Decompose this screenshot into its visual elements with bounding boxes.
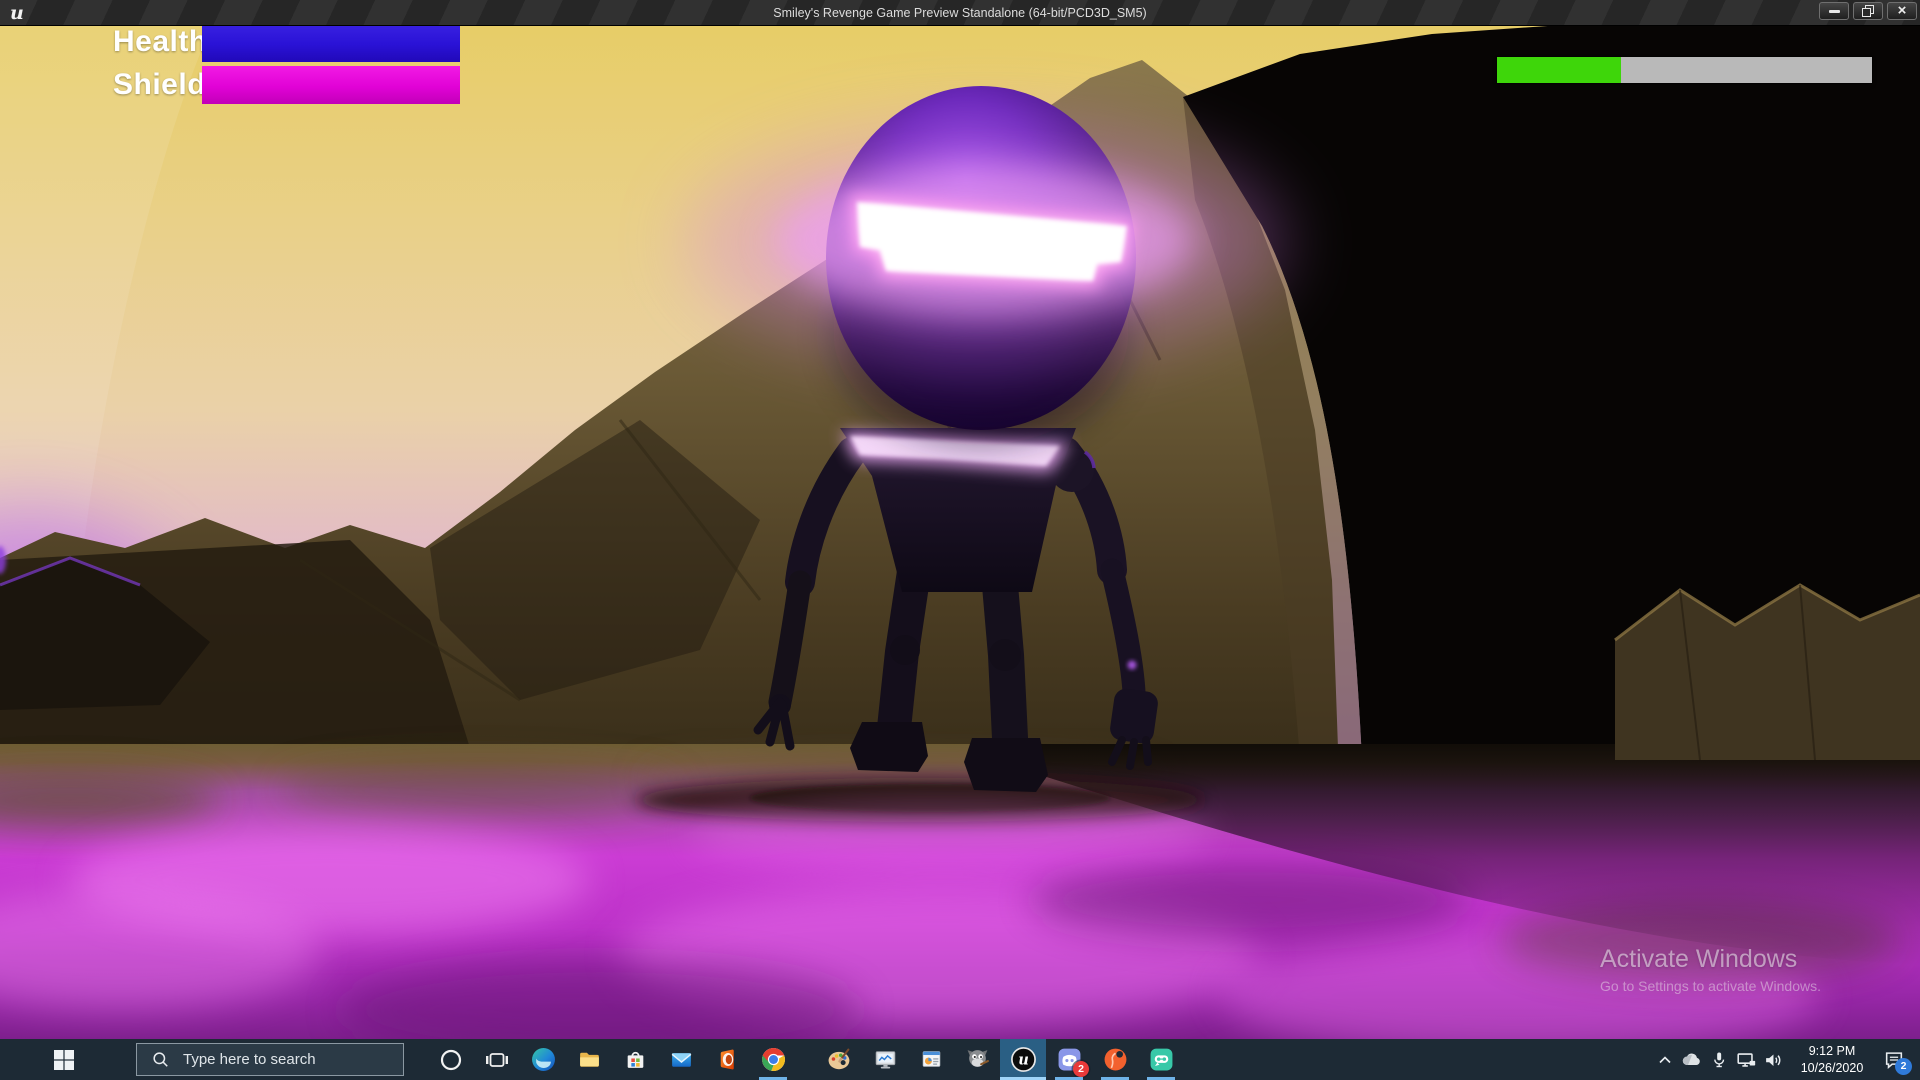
- taskbar-icon-origin[interactable]: [1092, 1039, 1138, 1080]
- tray-microphone-icon[interactable]: [1705, 1039, 1732, 1080]
- taskbar: u 2: [0, 1039, 1920, 1080]
- taskbar-icon-mail[interactable]: [658, 1039, 704, 1080]
- tray-date: 10/26/2020: [1792, 1060, 1872, 1076]
- taskbar-icon-office[interactable]: [704, 1039, 750, 1080]
- discord-notification-badge: 2: [1073, 1061, 1089, 1077]
- presentation-icon: [919, 1047, 944, 1072]
- minimize-button[interactable]: [1819, 2, 1849, 20]
- taskbar-icon-task-view[interactable]: [474, 1039, 520, 1080]
- taskbar-icon-chrome[interactable]: [750, 1039, 796, 1080]
- windows-start-icon: [52, 1048, 76, 1072]
- unreal-engine-icon: u: [1010, 1046, 1037, 1073]
- unreal-logo-icon: u: [7, 2, 31, 24]
- search-input[interactable]: [181, 1050, 403, 1069]
- cortana-icon: [439, 1048, 463, 1072]
- gimp-icon: [965, 1047, 990, 1072]
- health-bar: [202, 25, 460, 62]
- streamlabs-icon: [1149, 1047, 1174, 1072]
- start-button[interactable]: [40, 1039, 88, 1080]
- close-icon: ×: [1898, 3, 1907, 18]
- tray-onedrive-icon[interactable]: [1678, 1039, 1705, 1080]
- shield-row: Shield: [113, 65, 460, 105]
- action-center-badge: 2: [1895, 1058, 1912, 1075]
- system-monitor-icon: [873, 1047, 898, 1072]
- chrome-icon: [761, 1047, 786, 1072]
- paint-palette-icon: [827, 1047, 852, 1072]
- taskbar-icon-system-monitor[interactable]: [862, 1039, 908, 1080]
- tray-chevron-up-icon[interactable]: [1651, 1039, 1678, 1080]
- health-label: Health: [113, 25, 202, 62]
- system-tray: 9:12 PM 10/26/2020 2: [1651, 1039, 1914, 1080]
- minimize-icon: [1829, 10, 1840, 13]
- taskbar-icon-presentation[interactable]: [908, 1039, 954, 1080]
- taskbar-icon-file-explorer[interactable]: [566, 1039, 612, 1080]
- taskbar-icon-gimp[interactable]: [954, 1039, 1000, 1080]
- taskbar-icon-paint[interactable]: [816, 1039, 862, 1080]
- taskbar-icon-store[interactable]: [612, 1039, 658, 1080]
- shield-label: Shield: [113, 65, 202, 105]
- game-scene: [0, 25, 1920, 1039]
- enemy-health-fill: [1497, 57, 1621, 83]
- restore-icon: [1862, 5, 1874, 17]
- restore-button[interactable]: [1853, 2, 1883, 20]
- edge-icon: [531, 1047, 556, 1072]
- action-center-button[interactable]: 2: [1874, 1039, 1914, 1080]
- microsoft-store-icon: [623, 1047, 648, 1072]
- window-controls: ×: [1819, 2, 1917, 20]
- window-title: Smiley's Revenge Game Preview Standalone…: [0, 6, 1920, 20]
- health-bar-fill: [202, 25, 460, 62]
- window-titlebar: u Smiley's Revenge Game Preview Standalo…: [0, 0, 1920, 26]
- taskbar-icon-edge[interactable]: [520, 1039, 566, 1080]
- tray-time: 9:12 PM: [1792, 1043, 1872, 1059]
- game-viewport: Health Shield Activate Windows Go to Set…: [0, 25, 1920, 1039]
- search-box[interactable]: [136, 1043, 404, 1076]
- origin-icon: [1103, 1047, 1128, 1072]
- tray-network-icon[interactable]: [1732, 1039, 1759, 1080]
- player-hud: Health Shield: [113, 25, 460, 108]
- close-button[interactable]: ×: [1887, 2, 1917, 20]
- shield-bar-fill: [202, 66, 460, 104]
- health-row: Health: [113, 25, 460, 62]
- enemy-health-bar: [1497, 57, 1872, 83]
- task-view-icon: [485, 1048, 509, 1072]
- taskbar-icon-cortana[interactable]: [428, 1039, 474, 1080]
- taskbar-icon-unreal-engine[interactable]: u: [1000, 1039, 1046, 1080]
- office-icon: [715, 1047, 740, 1072]
- svg-text:u: u: [10, 2, 24, 24]
- mail-icon: [669, 1047, 694, 1072]
- taskbar-app-icons: u 2: [428, 1039, 1184, 1080]
- file-explorer-icon: [577, 1047, 602, 1072]
- tray-volume-icon[interactable]: [1759, 1039, 1786, 1080]
- taskbar-clock[interactable]: 9:12 PM 10/26/2020: [1790, 1040, 1874, 1079]
- svg-text:u: u: [1018, 1052, 1029, 1069]
- taskbar-icon-discord[interactable]: 2: [1046, 1039, 1092, 1080]
- shield-bar: [202, 66, 460, 104]
- search-icon: [151, 1050, 171, 1070]
- taskbar-icon-streamlabs[interactable]: [1138, 1039, 1184, 1080]
